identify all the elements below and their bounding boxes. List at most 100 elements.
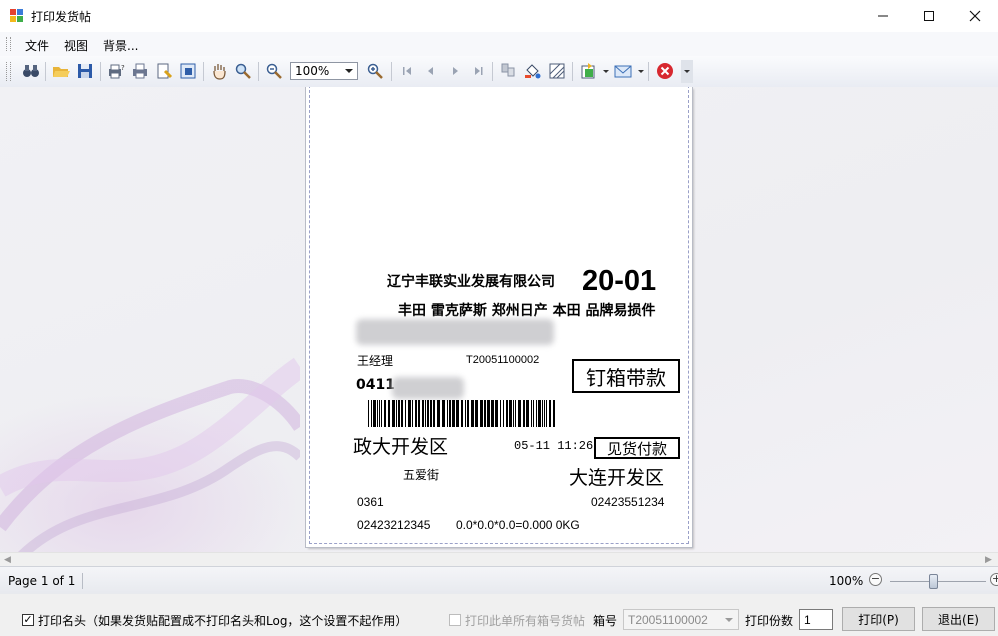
menu-grip[interactable] — [6, 37, 11, 51]
zoom-slider-thumb[interactable] — [929, 574, 939, 589]
toolbar-separator — [492, 62, 493, 81]
find-button[interactable] — [22, 62, 40, 80]
previous-page-button[interactable] — [421, 62, 439, 80]
scale-button[interactable] — [179, 62, 197, 80]
toolbar-separator — [45, 62, 46, 81]
page-setup-button[interactable] — [155, 62, 173, 80]
payment-stamp: 见货付款 — [594, 437, 680, 459]
toolbar-separator — [258, 62, 259, 81]
checkmark-icon: ✓ — [23, 613, 33, 626]
email-dropdown-arrow[interactable] — [638, 70, 644, 73]
phone-prefix: 0411 — [356, 377, 395, 393]
toolbar-separator — [572, 62, 573, 81]
chevron-down-icon — [684, 70, 690, 73]
barcode-bar — [368, 400, 369, 427]
barcode-bar — [422, 400, 424, 427]
toolbar-overflow-button[interactable] — [681, 60, 693, 83]
hand-tool-button[interactable] — [210, 62, 228, 80]
print-header-checkbox[interactable]: ✓ — [22, 614, 34, 626]
code-number: 0361 — [357, 495, 384, 509]
toolbar-separator — [100, 62, 101, 81]
print-all-boxes-checkbox[interactable] — [449, 614, 461, 626]
barcode-bar — [480, 400, 483, 427]
toolbar-separator — [391, 62, 392, 81]
last-page-icon — [475, 67, 483, 75]
barcode-bar — [415, 400, 417, 427]
barcode-bar — [542, 400, 543, 427]
barcode-bar — [388, 400, 390, 427]
close-preview-button[interactable] — [656, 62, 674, 80]
close-button[interactable] — [952, 0, 998, 32]
menu-file[interactable]: 文件 — [25, 37, 49, 54]
horizontal-scrollbar[interactable]: ◀ ▶ — [0, 552, 998, 567]
minimize-icon — [878, 15, 888, 17]
next-page-button[interactable] — [446, 62, 464, 80]
zoom-combo[interactable]: 100% — [290, 62, 358, 80]
scroll-left-icon[interactable]: ◀ — [4, 555, 11, 565]
barcode-bar — [546, 400, 547, 427]
close-icon — [969, 10, 981, 22]
zoom-in-button[interactable] — [366, 62, 384, 80]
maximize-button[interactable] — [906, 0, 952, 32]
destination-district: 大连开发区 — [569, 467, 665, 489]
zoom-out-small-button[interactable]: − — [869, 573, 882, 586]
scroll-right-icon[interactable]: ▶ — [985, 555, 992, 565]
quick-print-button[interactable] — [131, 62, 149, 80]
route-code: 20-01 — [582, 265, 657, 297]
previous-page-icon — [428, 67, 433, 75]
barcode-bar — [384, 400, 386, 427]
hand-icon — [213, 64, 226, 80]
print-all-boxes-label: 打印此单所有箱号货帖 — [465, 614, 586, 628]
toolbar-separator — [648, 62, 649, 81]
copies-label: 打印份数 — [745, 614, 794, 628]
preview-area[interactable]: 辽宁丰联实业发展有限公司 20-01 丰田 雷克萨斯 郑州日产 本田 品牌易损件… — [0, 87, 998, 552]
open-button[interactable] — [52, 62, 70, 80]
barcode-bar — [544, 400, 545, 427]
exit-button[interactable]: 退出(E) — [922, 607, 995, 631]
barcode-bar — [396, 400, 397, 427]
window-title: 打印发货帖 — [31, 10, 92, 24]
barcode-bar — [430, 400, 432, 427]
box-number-select[interactable]: T20051100002 — [623, 609, 739, 630]
email-button[interactable] — [614, 62, 632, 80]
package-dimensions: 0.0*0.0*0.0=0.000 0KG — [456, 518, 580, 532]
print-button-label: 打印(P) — [858, 612, 899, 627]
zoom-in-icon — [367, 63, 383, 79]
barcode-bar — [503, 400, 504, 427]
toolbar-grip[interactable] — [6, 62, 11, 81]
save-button[interactable] — [76, 62, 94, 80]
zoom-out-icon — [266, 63, 282, 79]
close-circle-icon — [657, 63, 673, 79]
menu-view[interactable]: 视图 — [64, 37, 88, 54]
print-dialog-button[interactable]: ? — [107, 62, 125, 80]
barcode-bar — [373, 400, 376, 427]
minimize-button[interactable] — [860, 0, 906, 32]
redacted-name — [356, 319, 554, 345]
barcode-bar — [433, 400, 435, 427]
magnifier-button[interactable] — [234, 62, 252, 80]
menu-bar: 文件 视图 背景... — [0, 32, 998, 56]
copies-input[interactable]: 1 — [799, 609, 833, 630]
last-page-button[interactable] — [469, 62, 487, 80]
barcode-bar — [461, 400, 463, 427]
ship-time: 05-11 11:26 — [514, 439, 594, 453]
print-button[interactable]: 打印(P) — [842, 607, 915, 631]
barcode-bar — [475, 400, 478, 427]
barcode-bar — [398, 400, 400, 427]
barcode-bar — [495, 400, 498, 427]
page-indicator: Page 1 of 1 — [8, 574, 76, 588]
packing-stamp-text: 钉箱带款 — [586, 365, 666, 390]
background-color-button[interactable] — [523, 62, 541, 80]
zoom-out-button[interactable] — [265, 62, 283, 80]
multi-page-button[interactable] — [499, 62, 517, 80]
barcode-bar — [526, 400, 529, 427]
sender-phone: 02423212345 — [357, 518, 431, 532]
first-page-button[interactable] — [398, 62, 416, 80]
watermark-button[interactable] — [548, 62, 566, 80]
export-button[interactable] — [579, 62, 597, 80]
menu-background[interactable]: 背景... — [103, 37, 138, 54]
company-name: 辽宁丰联实业发展有限公司 — [387, 274, 555, 290]
export-dropdown-arrow[interactable] — [603, 70, 609, 73]
zoom-in-small-button[interactable]: + — [990, 573, 998, 586]
exit-button-label: 退出(E) — [938, 612, 979, 627]
